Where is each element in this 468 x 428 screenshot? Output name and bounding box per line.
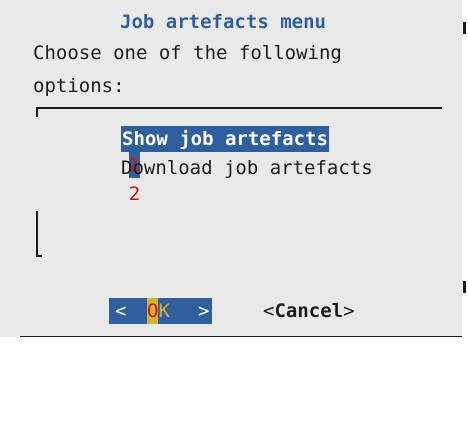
ok-button[interactable]: < OK > <box>109 298 212 324</box>
ok-button-right-bracket: > <box>198 300 210 322</box>
ok-button-label: OK <box>147 298 170 324</box>
menu-border-left-bottom <box>36 211 38 257</box>
dialog-window: Job artefacts menu Choose one of the fol… <box>0 0 462 337</box>
menu-item-download-artefacts[interactable]: 2 Download job artefacts <box>83 155 373 205</box>
scroll-mark-top <box>463 22 466 34</box>
menu-item-label: Show job artefacts <box>121 126 329 152</box>
ok-button-label-rest: K <box>158 300 170 322</box>
prompt-line-1: Choose one of the following <box>33 42 342 64</box>
dialog-prompt: Choose one of the following options: <box>33 37 342 103</box>
bottom-border <box>20 336 462 337</box>
right-edge <box>462 0 468 345</box>
menu-item-label: Download job artefacts <box>121 157 373 179</box>
menu-border-left-top <box>36 107 38 117</box>
cancel-button-left-bracket: < <box>263 300 275 322</box>
cancel-button[interactable]: <Cancel> <box>263 298 355 324</box>
cancel-button-right-bracket: > <box>343 300 355 322</box>
cancel-button-label: Cancel <box>274 300 344 322</box>
menu-item-tag: 2 <box>128 183 141 205</box>
menu-border-top <box>36 107 442 109</box>
dialog-title: Job artefacts menu <box>120 11 326 33</box>
prompt-line-2: options: <box>33 75 125 97</box>
menu-border-corner <box>36 255 42 257</box>
menu-item-show-artefacts[interactable]: 1 Show job artefacts <box>83 126 329 178</box>
ok-button-hotkey: O <box>147 298 159 324</box>
scroll-mark-bottom <box>463 281 466 293</box>
ok-button-left-bracket: < <box>115 300 127 322</box>
